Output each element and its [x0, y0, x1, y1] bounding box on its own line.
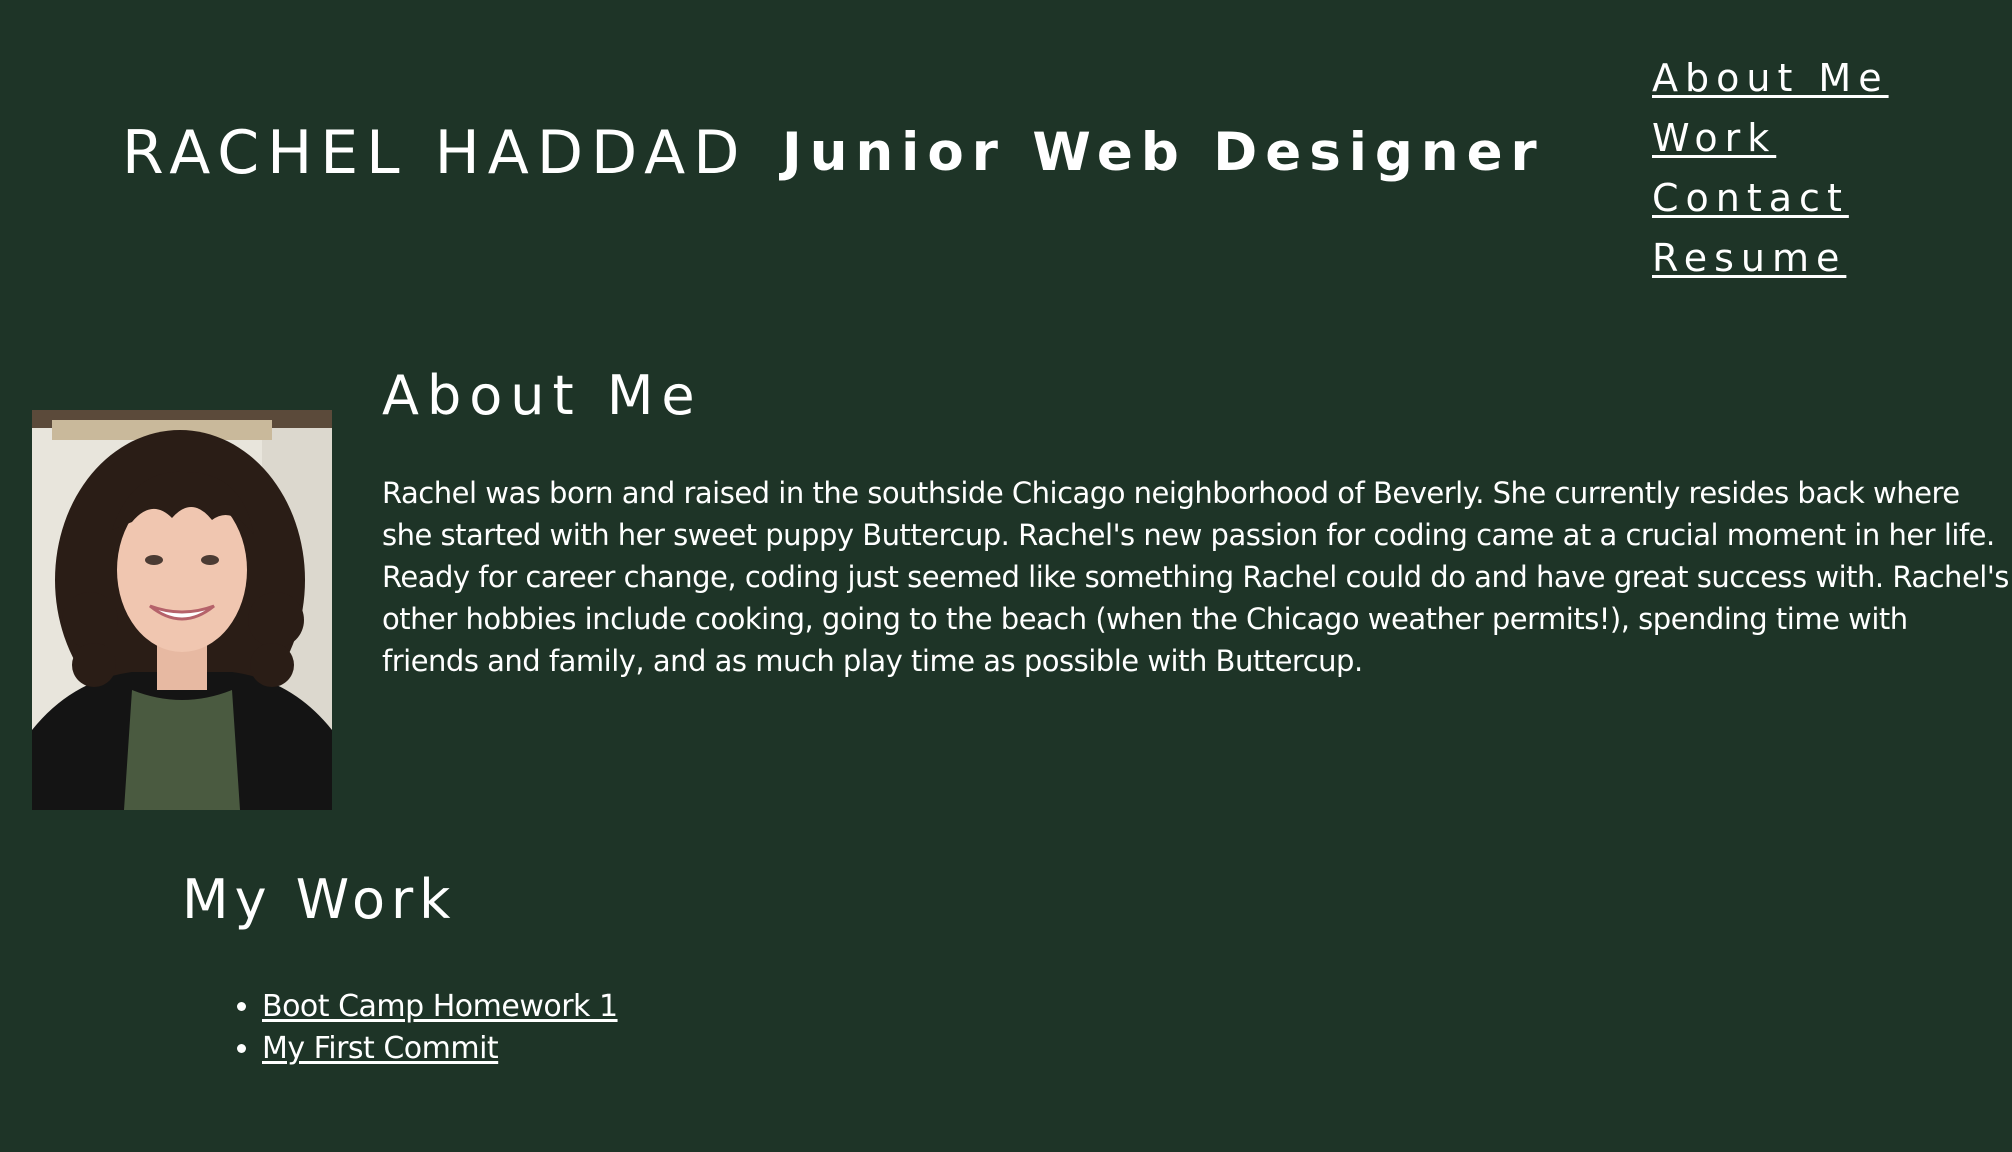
- work-link-homework-1[interactable]: Boot Camp Homework 1: [262, 989, 618, 1024]
- nav-link-about[interactable]: About Me: [1652, 56, 1889, 100]
- about-paragraph: Rachel was born and raised in the souths…: [382, 476, 2009, 678]
- site-name: RACHEL HADDAD: [122, 118, 748, 188]
- nav-item-work: Work: [1652, 112, 1889, 172]
- work-list-item: My First Commit: [262, 1028, 618, 1070]
- nav-link-contact[interactable]: Contact: [1652, 176, 1849, 220]
- main-nav: About Me Work Contact Resume: [1652, 52, 1889, 292]
- nav-item-resume: Resume: [1652, 232, 1889, 292]
- work-link-first-commit[interactable]: My First Commit: [262, 1031, 499, 1066]
- about-heading: About Me: [382, 364, 703, 427]
- nav-link-resume[interactable]: Resume: [1652, 236, 1846, 280]
- work-heading: My Work: [182, 868, 457, 931]
- nav-item-contact: Contact: [1652, 172, 1889, 232]
- nav-item-about: About Me: [1652, 52, 1889, 112]
- work-list: Boot Camp Homework 1 My First Commit: [262, 986, 618, 1070]
- profile-photo: [32, 410, 332, 810]
- site-tagline: Junior Web Designer: [782, 122, 1545, 183]
- nav-link-work[interactable]: Work: [1652, 116, 1776, 160]
- work-list-item: Boot Camp Homework 1: [262, 986, 618, 1028]
- page: RACHEL HADDAD Junior Web Designer About …: [0, 0, 2012, 1152]
